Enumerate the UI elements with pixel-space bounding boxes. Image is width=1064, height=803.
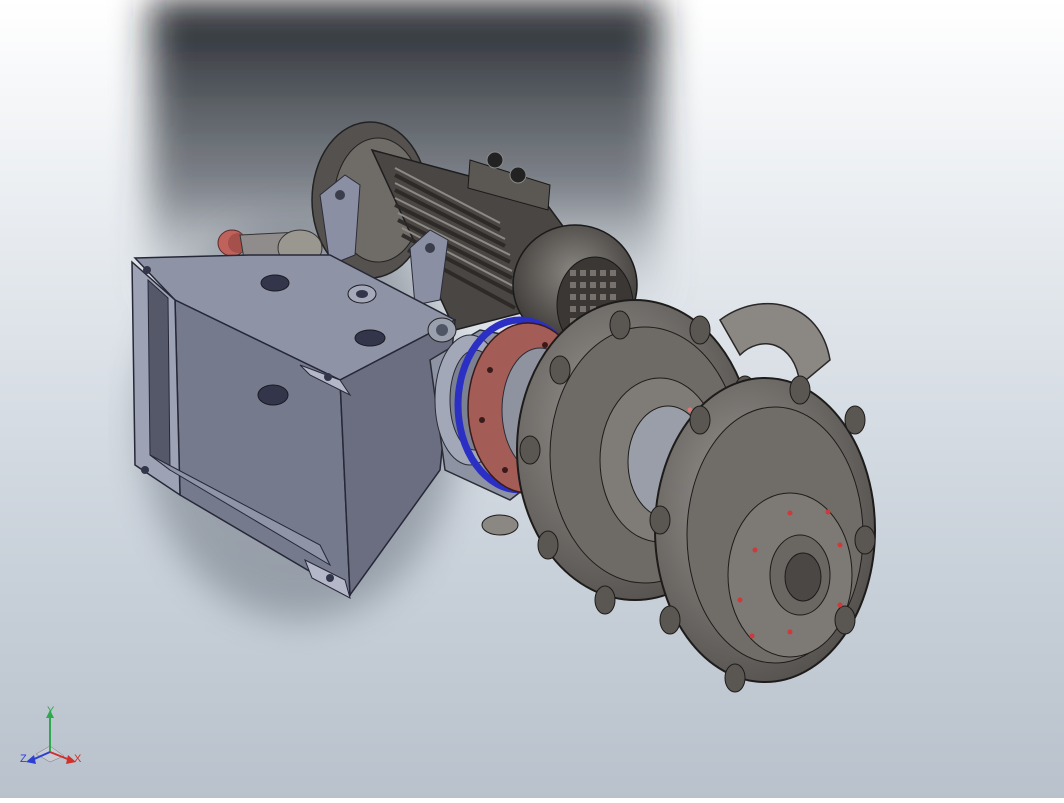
y-axis-label: Y	[47, 705, 55, 717]
x-axis-label: X	[74, 753, 82, 765]
axis-triad: Y X Z	[18, 704, 88, 774]
3d-viewport[interactable]	[0, 0, 1064, 798]
z-axis-label: Z	[20, 753, 27, 765]
